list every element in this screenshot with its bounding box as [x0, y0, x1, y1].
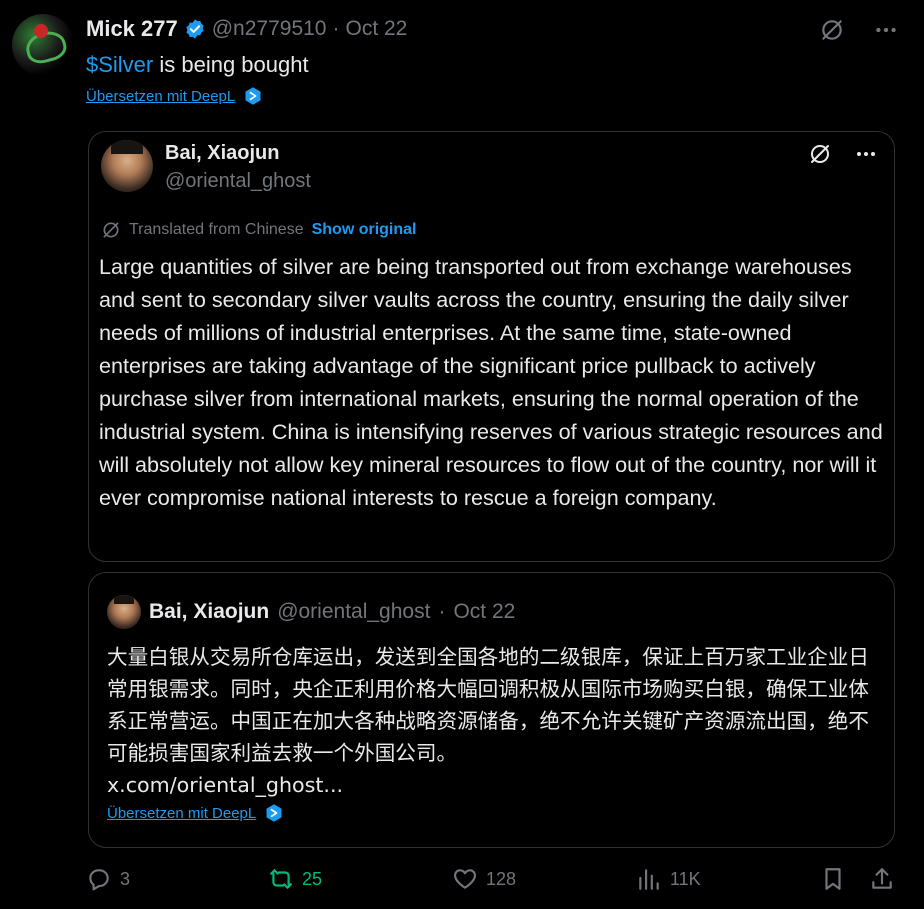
date-separator: · — [438, 600, 446, 623]
repost-count: 25 — [302, 868, 323, 889]
views-chart-icon — [639, 869, 659, 890]
original-author-name[interactable]: Bai, Xiaojun — [149, 600, 269, 624]
quoted-tweet-original[interactable]: Bai, Xiaojun @oriental_ghost · Oct 22 大量… — [88, 572, 895, 848]
share-button[interactable] — [869, 866, 895, 892]
original-tweet-date[interactable]: Oct 22 — [453, 600, 515, 624]
deepl-translate-link[interactable]: Übersetzen mit DeepL — [107, 805, 256, 822]
repost-icon — [270, 869, 292, 889]
show-original-link[interactable]: Show original — [312, 221, 417, 239]
repost-button[interactable]: 25 — [268, 866, 322, 892]
reply-icon — [89, 869, 109, 891]
deepl-translate-row: Übersetzen mit DeepL — [107, 803, 284, 823]
deepl-icon[interactable] — [243, 86, 263, 106]
views-count: 11K — [670, 868, 701, 889]
tweet-top-actions — [818, 16, 900, 44]
quoted-author-name[interactable]: Bai, Xiaojun — [165, 142, 279, 165]
bookmark-button[interactable] — [820, 866, 846, 892]
author-handle[interactable]: @n2779510 — [212, 17, 327, 41]
deepl-translate-link[interactable]: Übersetzen mit DeepL — [86, 88, 235, 105]
tweet-text: $Silver is being bought — [86, 52, 309, 78]
tweet-text-rest: is being bought — [153, 52, 309, 77]
reply-button[interactable]: 3 — [86, 866, 130, 892]
quoted-author-handle[interactable]: @oriental_ghost — [165, 170, 311, 193]
reply-count: 3 — [120, 868, 131, 889]
original-tweet-header: Bai, Xiaojun @oriental_ghost · Oct 22 — [107, 595, 515, 629]
original-tweet-link[interactable]: x.com/oriental_ghost... — [107, 769, 882, 801]
views-button[interactable]: 11K — [636, 866, 701, 892]
original-author-avatar[interactable] — [107, 595, 141, 629]
quoted-top-actions — [806, 140, 880, 168]
deepl-translate-row: Übersetzen mit DeepL — [86, 86, 263, 106]
original-author-handle[interactable]: @oriental_ghost — [277, 600, 430, 624]
more-options-icon[interactable] — [852, 140, 880, 168]
cashtag-link[interactable]: $Silver — [86, 52, 153, 77]
quoted-author-avatar[interactable] — [101, 140, 153, 192]
quoted-tweet-translated[interactable]: Bai, Xiaojun @oriental_ghost Translated … — [88, 131, 895, 562]
grok-icon[interactable] — [806, 140, 834, 168]
tweet-date[interactable]: Oct 22 — [346, 17, 408, 41]
author-display-name[interactable]: Mick 277 — [86, 16, 178, 42]
grok-icon[interactable] — [818, 16, 846, 44]
quoted-tweet-body: Large quantities of silver are being tra… — [99, 254, 883, 510]
heart-icon — [454, 869, 476, 889]
more-options-icon[interactable] — [872, 16, 900, 44]
original-tweet-text: 大量白银从交易所仓库运出，发送到全国各地的二级银库，保证上百万家工业企业日常用银… — [107, 645, 869, 765]
verified-badge-icon — [186, 19, 204, 39]
tweet-actions-bar: 3 25 128 11K — [86, 866, 896, 902]
like-count: 128 — [486, 868, 517, 889]
translated-from-label: Translated from Chinese — [129, 221, 304, 238]
bookmark-icon — [825, 868, 841, 890]
tweet: Mick 277 @n2779510 · Oct 22 $Silver is b… — [0, 0, 924, 909]
original-tweet-body: 大量白银从交易所仓库运出，发送到全国各地的二级银库，保证上百万家工业企业日常用银… — [107, 641, 882, 801]
tweet-header: Mick 277 @n2779510 · Oct 22 — [86, 14, 407, 44]
date-separator: · — [332, 17, 340, 40]
translate-icon — [103, 222, 119, 238]
like-button[interactable]: 128 — [452, 866, 516, 892]
author-avatar[interactable] — [12, 14, 74, 76]
translation-notice: Translated from Chinese Show original — [101, 220, 416, 240]
share-icon — [872, 868, 892, 889]
deepl-icon[interactable] — [264, 803, 284, 823]
